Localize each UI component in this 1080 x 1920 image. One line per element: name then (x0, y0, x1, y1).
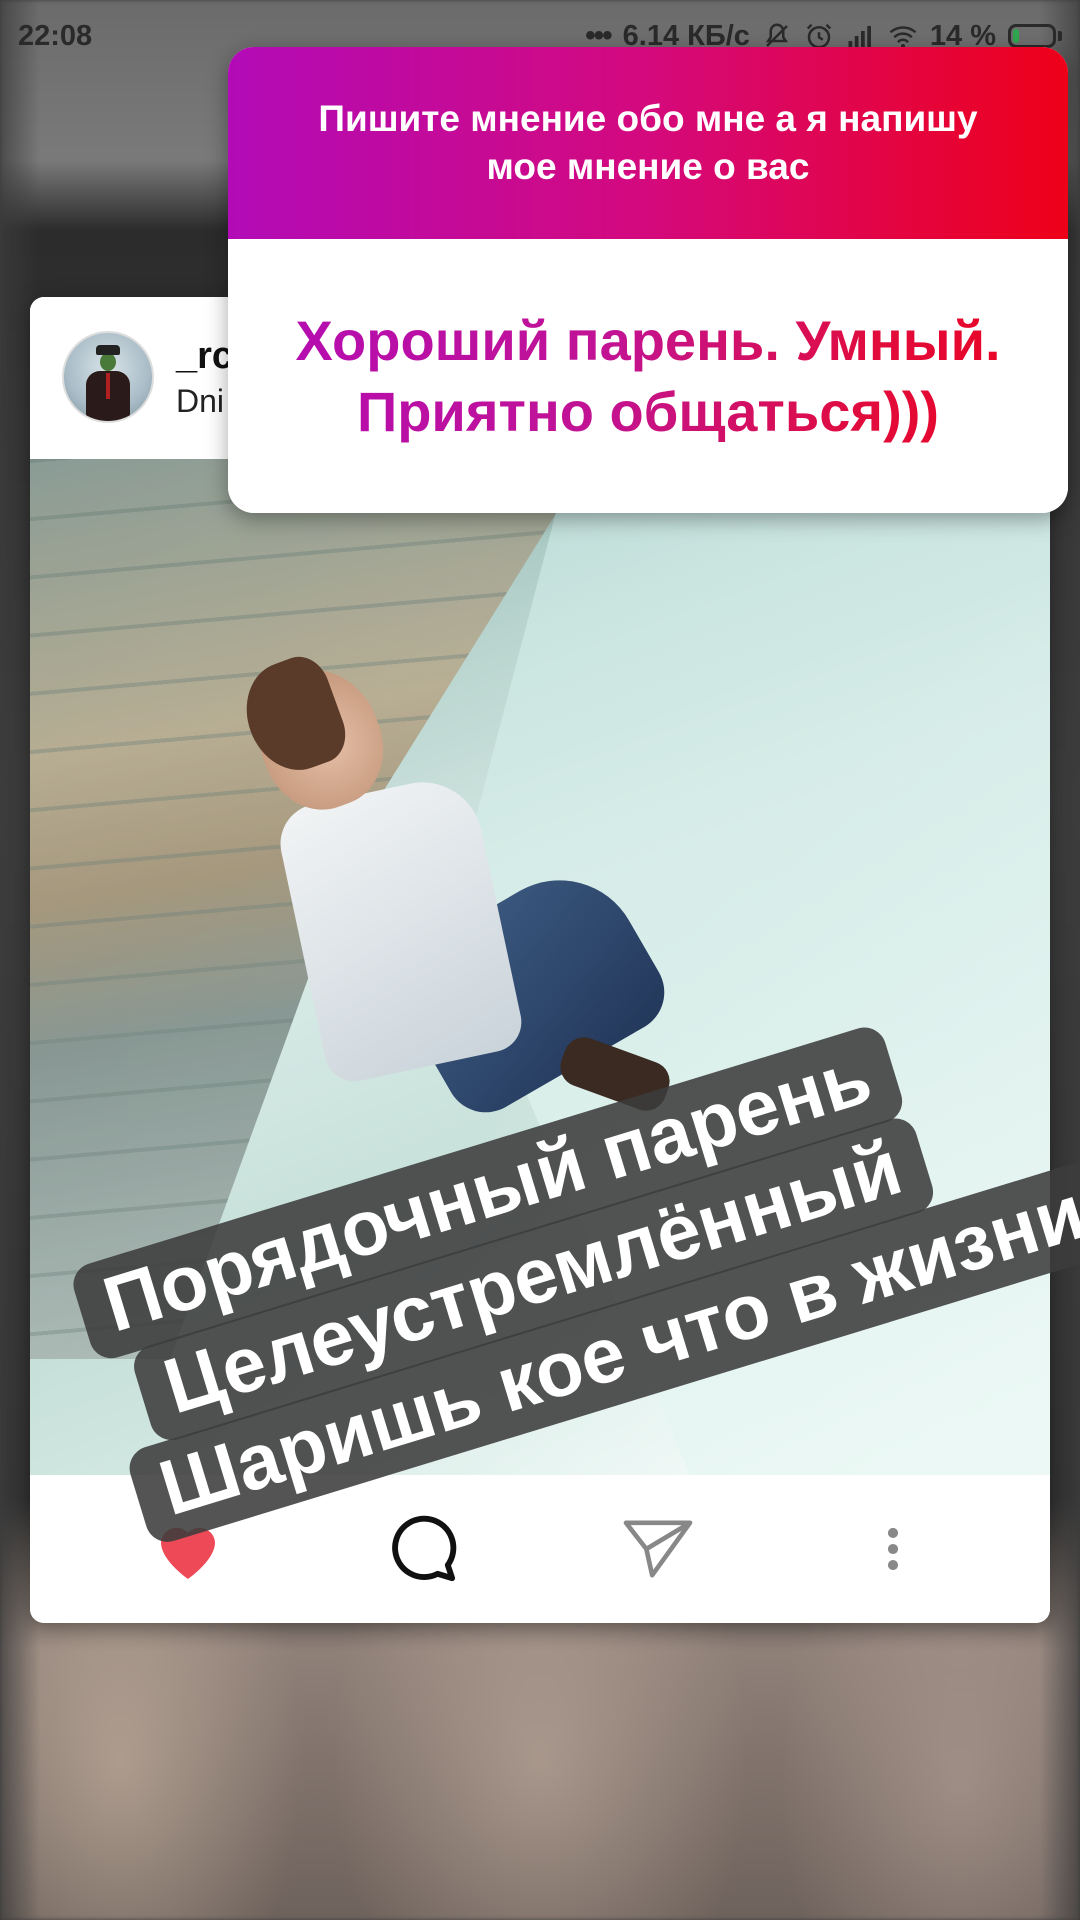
avatar[interactable] (62, 331, 154, 423)
battery-level-fill (1013, 29, 1019, 43)
more-vertical-icon (887, 1527, 898, 1571)
battery-icon (1008, 24, 1062, 48)
answer-area: Хороший парень. Умный. Приятно общаться)… (228, 239, 1068, 513)
share-button[interactable] (613, 1504, 703, 1594)
more-options-button[interactable] (848, 1504, 938, 1594)
question-answer-sticker: Пишите мнение обо мне а я напишу мое мне… (228, 47, 1068, 513)
comment-button[interactable] (378, 1504, 468, 1594)
send-icon (623, 1520, 692, 1578)
post-subtitle: Dni (176, 383, 225, 419)
answer-text: Хороший парень. Умный. Приятно общаться)… (228, 239, 1068, 513)
question-text: Пишите мнение обо мне а я напишу мое мне… (228, 47, 1068, 239)
comment-icon (391, 1515, 456, 1582)
post-username[interactable]: _rc (176, 335, 233, 378)
status-time: 22:08 (18, 19, 93, 52)
